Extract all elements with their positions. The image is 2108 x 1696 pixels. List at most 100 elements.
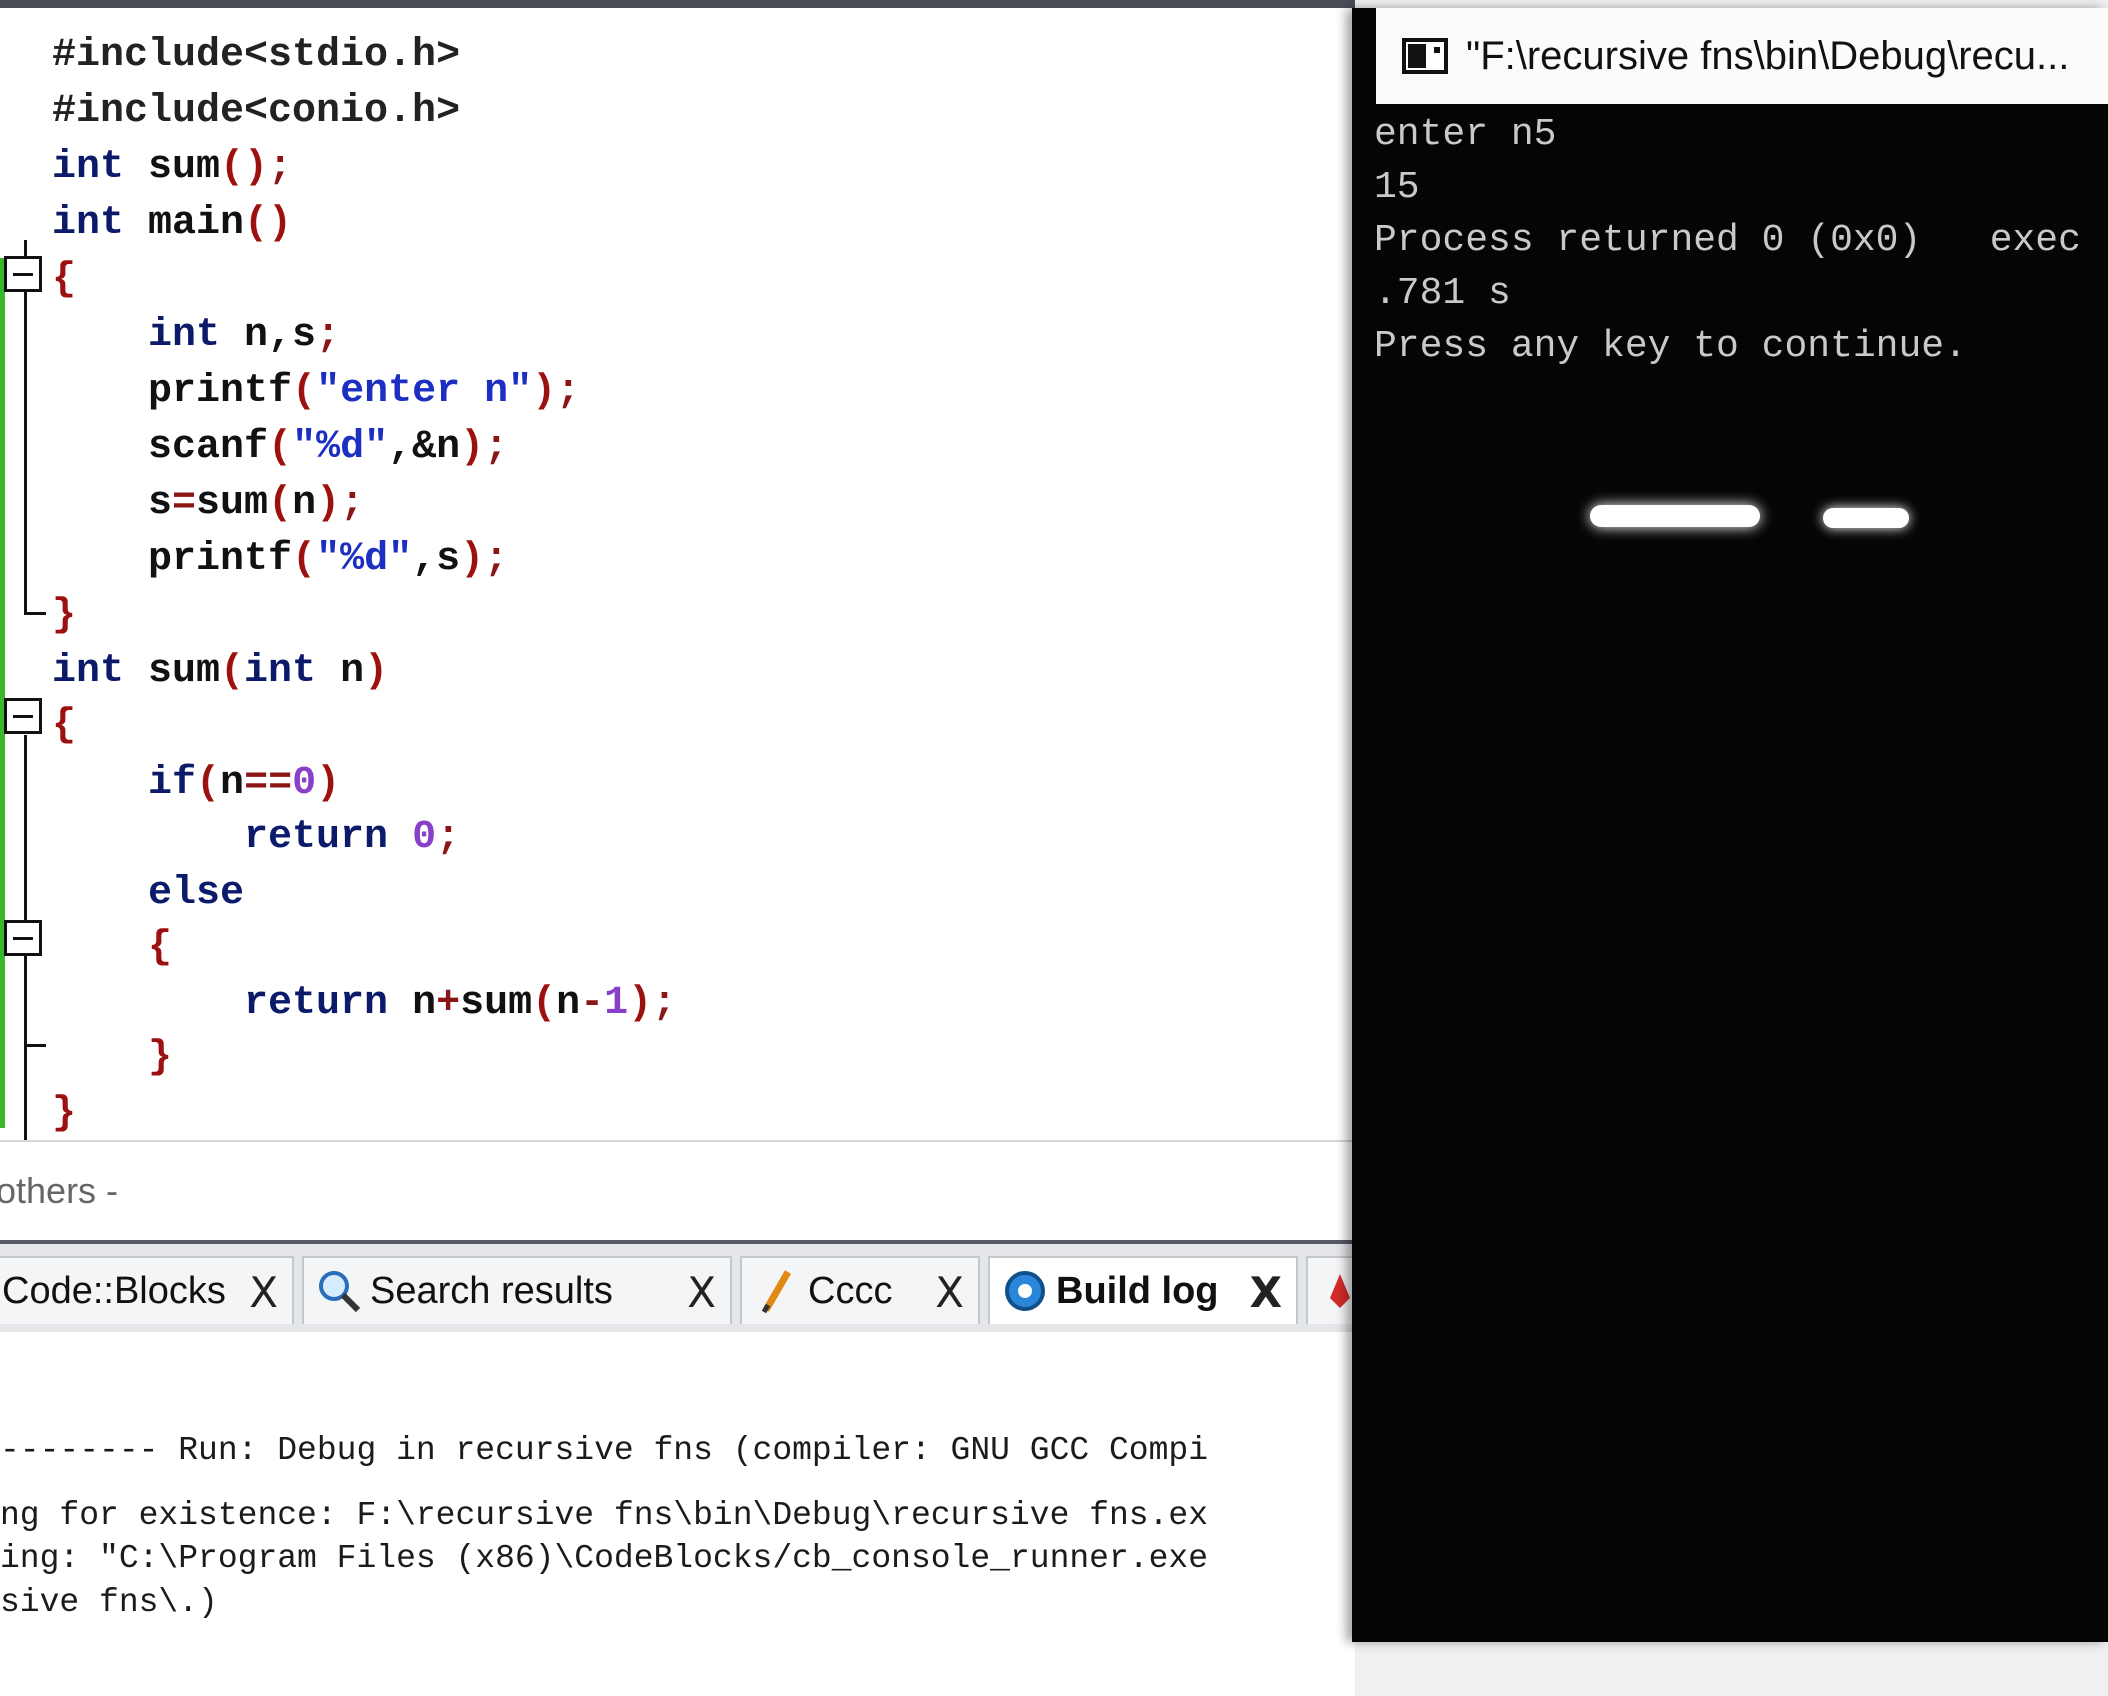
log-line: ng for existence: F:\recursive fns\bin\D…: [0, 1497, 1208, 1534]
changed-lines-marker: [0, 258, 5, 1128]
code-token: n,s: [220, 313, 317, 358]
code-line[interactable]: {: [52, 252, 76, 308]
code-line[interactable]: if(n==0): [52, 756, 340, 812]
tab-label: Code::Blocks: [2, 1269, 226, 1312]
symbols-filter-row: others -: [0, 1140, 1355, 1240]
code-token: n: [388, 981, 437, 1026]
screen-glare: [1590, 505, 1760, 527]
tab-label: Build log: [1056, 1269, 1219, 1312]
code-token: "%d": [292, 425, 389, 470]
code-token: (: [292, 537, 317, 582]
logs-tabbar: Code::Blocks X Search results X Cccc X B…: [0, 1240, 1366, 1332]
close-icon[interactable]: X: [935, 1268, 964, 1317]
fold-end-else: [24, 1044, 46, 1047]
code-token: ;: [484, 537, 509, 582]
code-token: ): [628, 981, 653, 1026]
close-icon[interactable]: X: [687, 1268, 716, 1317]
code-token: n: [220, 761, 245, 806]
code-line[interactable]: return 0;: [52, 810, 460, 866]
code-line[interactable]: }: [52, 1030, 172, 1086]
code-token: "enter n": [316, 369, 533, 414]
code-token: ): [460, 537, 485, 582]
console-line: Press any key to continue.: [1374, 325, 1967, 368]
code-line[interactable]: s=sum(n);: [52, 476, 364, 532]
close-icon[interactable]: X: [249, 1268, 278, 1317]
code-token: (: [196, 761, 221, 806]
console-window[interactable]: "F:\recursive fns\bin\Debug\recu... ente…: [1352, 8, 2108, 1642]
code-token: int: [52, 649, 125, 694]
pencil-icon: [754, 1268, 800, 1314]
code-token: 0: [412, 815, 437, 860]
filter-label[interactable]: others -: [0, 1170, 118, 1212]
tab-search-results[interactable]: Search results X: [302, 1256, 732, 1324]
code-line[interactable]: int sum(int n): [52, 644, 388, 700]
log-line: sive fns\.): [0, 1584, 218, 1621]
code-token: ;: [340, 481, 365, 526]
code-token: #include<conio.h>: [52, 89, 461, 134]
code-line[interactable]: int sum();: [52, 140, 292, 196]
code-token: ==: [244, 761, 293, 806]
code-editor[interactable]: #include<stdio.h> #include<conio.h> int su…: [0, 0, 1355, 1148]
code-line[interactable]: printf("enter n");: [52, 364, 580, 420]
code-token: =: [172, 481, 197, 526]
code-line[interactable]: return n+sum(n-1);: [52, 976, 676, 1032]
fold-toggle-main[interactable]: [4, 256, 42, 292]
tab-build-log[interactable]: Build log X: [988, 1256, 1298, 1324]
code-token: -: [580, 981, 605, 1026]
code-token: int: [244, 649, 317, 694]
code-line[interactable]: {: [52, 698, 76, 754]
code-token: sum: [196, 481, 269, 526]
fold-guide-main: [24, 240, 27, 615]
code-token: ;: [268, 145, 293, 190]
console-titlebar[interactable]: "F:\recursive fns\bin\Debug\recu...: [1376, 8, 2108, 104]
tab-codeblocks[interactable]: Code::Blocks X: [0, 1256, 294, 1324]
console-line: .781 s: [1374, 272, 1511, 315]
fold-toggle-sum[interactable]: [4, 698, 42, 734]
code-token: 1: [604, 981, 629, 1026]
code-token: (): [220, 145, 269, 190]
code-token: {: [148, 925, 173, 970]
code-line[interactable]: scanf("%d",&n);: [52, 420, 508, 476]
code-token: int: [148, 313, 221, 358]
code-token: (: [268, 425, 293, 470]
code-token: #include<stdio.h>: [52, 33, 461, 78]
code-line[interactable]: int n,s;: [52, 308, 340, 364]
build-log-panel[interactable]: -------- Run: Debug in recursive fns (co…: [0, 1332, 1355, 1696]
code-token: ;: [316, 313, 341, 358]
fold-toggle-else[interactable]: [4, 920, 42, 956]
log-line: ing: "C:\Program Files (x86)\CodeBlocks/…: [0, 1540, 1208, 1577]
code-token: ): [316, 481, 341, 526]
code-token: ): [316, 761, 341, 806]
code-line[interactable]: }: [52, 588, 76, 644]
build-gear-icon: [1002, 1268, 1048, 1314]
code-token: if: [148, 761, 197, 806]
code-token: return: [244, 981, 389, 1026]
log-line: -------- Run: Debug in recursive fns (co…: [0, 1432, 1208, 1469]
code-token: n: [556, 981, 581, 1026]
console-line: 15: [1374, 166, 1420, 209]
code-line[interactable]: else: [52, 866, 244, 922]
code-line[interactable]: {: [52, 920, 172, 976]
code-token: (: [292, 369, 317, 414]
code-token: printf: [52, 369, 293, 414]
code-line[interactable]: #include<stdio.h>: [52, 28, 460, 84]
screen-glare: [1823, 508, 1909, 528]
code-token: ,&n: [388, 425, 461, 470]
code-line[interactable]: #include<conio.h>: [52, 84, 460, 140]
code-token: 0: [292, 761, 317, 806]
code-token: }: [52, 593, 77, 638]
close-icon[interactable]: X: [1250, 1268, 1282, 1317]
tab-cccc[interactable]: Cccc X: [740, 1256, 980, 1324]
fold-end-main: [24, 612, 46, 615]
code-token: return: [244, 815, 389, 860]
code-line[interactable]: int main(): [52, 196, 292, 252]
code-token: (: [220, 649, 245, 694]
code-token: printf: [52, 537, 293, 582]
code-line[interactable]: printf("%d",s);: [52, 532, 508, 588]
code-line[interactable]: }: [52, 1086, 76, 1142]
